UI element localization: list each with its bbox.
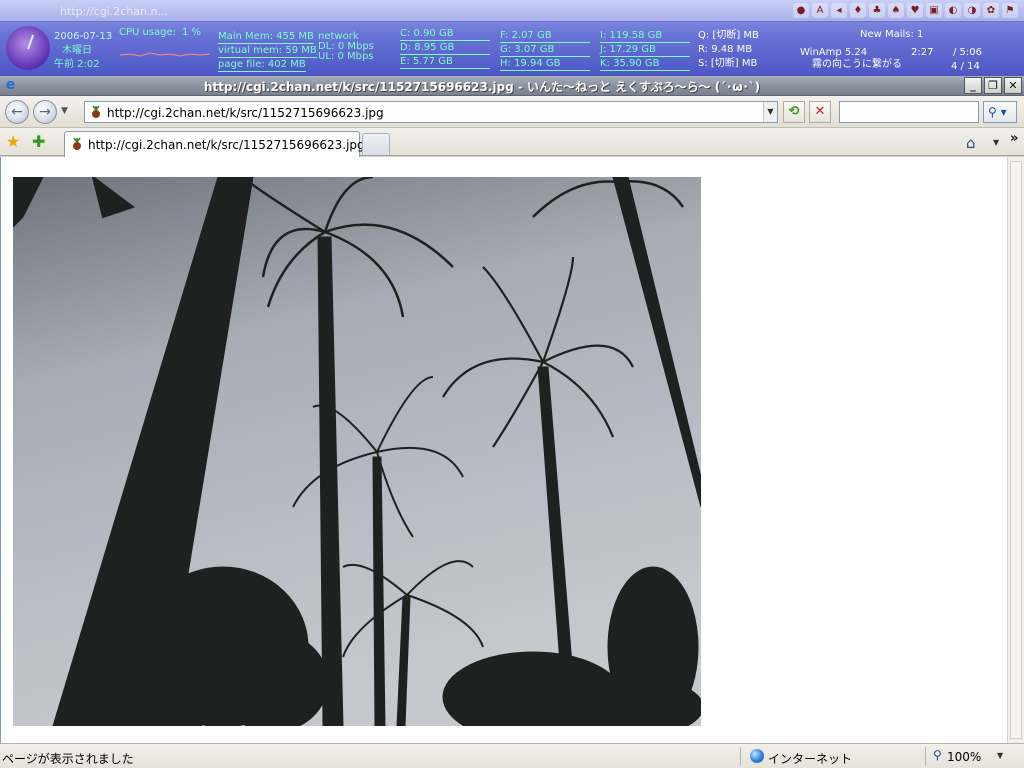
- security-zone[interactable]: インターネット: [768, 750, 852, 767]
- zoom-dropdown-icon[interactable]: ▼: [997, 751, 1003, 760]
- clock-icon: [6, 26, 50, 70]
- zoom-icon[interactable]: ⚲: [933, 748, 942, 762]
- palm-trees-photo: [13, 177, 701, 726]
- address-url[interactable]: http://cgi.2chan.net/k/src/1152715696623…: [107, 106, 384, 120]
- favorites-star-icon[interactable]: ★: [6, 133, 20, 151]
- winamp-total: / 5:06: [953, 47, 983, 58]
- drive-q: Q: [切断] MB: [698, 30, 759, 41]
- forward-arrow-icon[interactable]: →: [33, 100, 57, 124]
- taskbar-strip: http://cgi.2chan.n... ● A ◂ ♦ ♣ ♠ ♥ ▣ ◐ …: [0, 0, 1024, 22]
- tray-icon[interactable]: ▣: [926, 3, 942, 18]
- window-controls: _ ❐ ✕: [964, 77, 1022, 94]
- new-tab-button[interactable]: [362, 133, 390, 155]
- site-favicon-icon: [73, 137, 81, 150]
- refresh-icon[interactable]: ⟲: [783, 101, 805, 123]
- more-tools-icon[interactable]: »: [1010, 131, 1018, 146]
- search-icon: ⚲: [988, 105, 997, 119]
- navigation-bar: ← → ▼ http://cgi.2chan.net/k/src/1152715…: [0, 96, 1024, 128]
- page-content: [0, 157, 1007, 743]
- minimize-button[interactable]: _: [964, 77, 982, 94]
- tray-icon[interactable]: ♠: [888, 3, 904, 18]
- vertical-scrollbar[interactable]: [1007, 157, 1024, 743]
- window-title: http://cgi.2chan.net/k/src/1152715696623…: [203, 80, 761, 94]
- tray-icons: ● A ◂ ♦ ♣ ♠ ♥ ▣ ◐ ◑ ✿ ⚑: [793, 3, 1018, 18]
- drive-i: I: 119.58 GB: [600, 29, 690, 43]
- taskbar-button[interactable]: http://cgi.2chan.n...: [60, 5, 168, 18]
- address-bar[interactable]: http://cgi.2chan.net/k/src/1152715696623…: [84, 101, 778, 123]
- search-input[interactable]: [839, 101, 979, 123]
- home-icon[interactable]: ⌂: [966, 134, 976, 152]
- status-message: ページが表示されました: [2, 752, 134, 766]
- drive-h: H: 19.94 GB: [500, 57, 590, 71]
- main-mem: Main Mem: 455 MB: [218, 31, 314, 44]
- tray-icon[interactable]: ◐: [945, 3, 961, 18]
- tab-bar: ★ ✚ http://cgi.2chan.net/k/src/115271569…: [0, 128, 1024, 157]
- drive-s: S: [切断] MB: [698, 58, 758, 69]
- drive-c: C: 0.90 GB: [400, 27, 490, 41]
- scrollbar-track[interactable]: [1010, 161, 1022, 739]
- drive-e: E: 5.77 GB: [400, 55, 490, 69]
- address-dropdown-icon[interactable]: ▼: [763, 102, 777, 122]
- tray-icon[interactable]: ♦: [850, 3, 866, 18]
- history-dropdown-icon[interactable]: ▼: [61, 106, 68, 116]
- cpu-value: 1 %: [182, 27, 202, 38]
- tray-icon[interactable]: ♥: [907, 3, 923, 18]
- winamp-time: 2:27: [911, 47, 934, 58]
- site-favicon-icon: [92, 105, 100, 118]
- drive-d: D: 8.95 GB: [400, 41, 490, 55]
- home-dropdown-icon[interactable]: ▼: [993, 138, 999, 147]
- drive-f: F: 2.07 GB: [500, 29, 590, 43]
- drive-r: R: 9.48 MB: [698, 44, 753, 55]
- add-favorite-icon[interactable]: ✚: [32, 133, 45, 151]
- stop-icon[interactable]: ✕: [809, 101, 831, 123]
- track-position: 4 / 14: [951, 61, 980, 72]
- drive-g: G: 3.07 GB: [500, 43, 590, 57]
- network-ul: UL: 0 Mbps: [318, 51, 374, 62]
- screen: http://cgi.2chan.n... ● A ◂ ♦ ♣ ♠ ♥ ▣ ◐ …: [0, 0, 1024, 768]
- globe-icon: [750, 749, 764, 763]
- status-divider: [740, 747, 741, 766]
- close-button[interactable]: ✕: [1004, 77, 1022, 94]
- tray-icon[interactable]: ◑: [964, 3, 980, 18]
- zoom-level[interactable]: 100%: [947, 750, 981, 764]
- maximize-button[interactable]: ❐: [984, 77, 1002, 94]
- new-mails[interactable]: New Mails: 1: [860, 28, 923, 41]
- displayed-image[interactable]: [13, 177, 701, 726]
- tray-icon[interactable]: ✿: [983, 3, 999, 18]
- cpu-label: CPU usage:: [119, 27, 177, 38]
- tray-icon[interactable]: ◂: [831, 3, 847, 18]
- back-arrow-icon[interactable]: ←: [5, 100, 29, 124]
- window-title-bar[interactable]: e http://cgi.2chan.net/k/src/11527156966…: [0, 76, 1024, 96]
- system-monitor-bar: http://cgi.2chan.n... ● A ◂ ♦ ♣ ♠ ♥ ▣ ◐ …: [0, 0, 1024, 76]
- drive-j: J: 17.29 GB: [600, 43, 690, 57]
- date-text: 2006-07-13: [54, 31, 113, 42]
- drive-k: K: 35.90 GB: [600, 57, 690, 71]
- time-text: 午前 2:02: [54, 59, 100, 70]
- virtual-mem: virtual mem: 59 MB: [218, 45, 317, 58]
- weekday-text: 木曜日: [62, 45, 92, 56]
- status-divider: [925, 747, 926, 766]
- search-button[interactable]: ⚲ ▾: [983, 101, 1017, 123]
- tray-icon[interactable]: ♣: [869, 3, 885, 18]
- cpu-graph: [120, 52, 210, 57]
- tray-icon[interactable]: ⚑: [1002, 3, 1018, 18]
- page-file: page file: 402 MB: [218, 59, 306, 72]
- tray-icon[interactable]: ●: [793, 3, 809, 18]
- tab-active[interactable]: http://cgi.2chan.net/k/src/1152715696623…: [64, 131, 365, 157]
- search-options-icon[interactable]: ▾: [1001, 105, 1007, 119]
- track-title: 霧の向こうに繋がる: [812, 59, 902, 70]
- status-bar: ページが表示されました インターネット ⚲ 100% ▼: [0, 743, 1024, 768]
- tab-label: http://cgi.2chan.net/k/src/1152715696623…: [88, 138, 365, 152]
- tray-icon[interactable]: A: [812, 3, 828, 18]
